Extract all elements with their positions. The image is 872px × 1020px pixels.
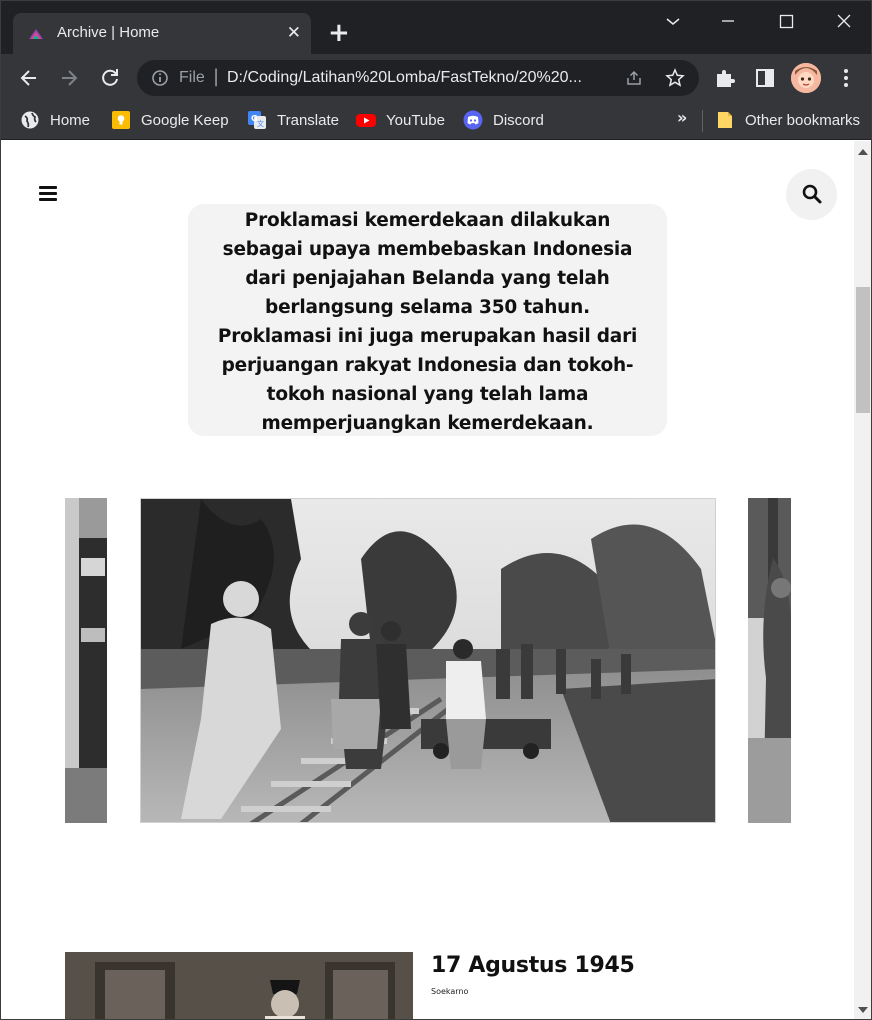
bookmarks-overflow-chevron[interactable]: »	[677, 108, 687, 127]
maximize-icon[interactable]	[773, 9, 799, 33]
site-info-icon[interactable]	[151, 69, 169, 87]
bookmark-star-icon[interactable]	[665, 68, 685, 88]
historic-photo-soekarno	[65, 952, 413, 1019]
side-panel-icon[interactable]	[753, 66, 777, 90]
bookmark-google-keep[interactable]: Google Keep	[111, 109, 229, 131]
globe-icon	[21, 111, 39, 129]
tab-search-chevron-icon[interactable]	[660, 9, 686, 33]
folder-icon	[718, 112, 732, 128]
tab-strip: Archive | Home ✕ +	[1, 1, 871, 54]
bookmark-other-bookmarks[interactable]: Other bookmarks	[715, 109, 860, 131]
tab-title: Archive | Home	[57, 24, 160, 41]
carousel-slide-next[interactable]	[748, 498, 791, 823]
address-bar[interactable]: File | D:/Coding/Latihan%20Lomba/FastTek…	[137, 60, 699, 96]
google-keep-icon	[112, 111, 130, 129]
intro-paragraph: Proklamasi kemerdekaan dilakukan sebagai…	[217, 210, 638, 434]
tab-close-icon[interactable]: ✕	[287, 24, 301, 42]
bookmark-label: Other bookmarks	[745, 111, 861, 129]
url-text[interactable]: D:/Coding/Latihan%20Lomba/FastTekno/20%2…	[227, 69, 612, 87]
extensions-puzzle-icon[interactable]	[713, 66, 737, 90]
back-arrow-icon[interactable]	[17, 66, 41, 90]
hamburger-menu-icon[interactable]	[39, 186, 57, 202]
url-separator: |	[213, 66, 220, 87]
carousel-slide-previous[interactable]	[65, 498, 107, 823]
reload-icon[interactable]	[98, 66, 122, 90]
historic-photo-railway-workers	[141, 499, 715, 822]
bookmark-label: Discord	[493, 111, 544, 129]
bookmark-label: Translate	[277, 111, 339, 129]
minimize-icon[interactable]	[715, 9, 741, 33]
bookmarks-divider	[702, 110, 703, 132]
event-photo-soekarno	[65, 952, 413, 1019]
scroll-up-arrow-icon[interactable]	[858, 149, 868, 155]
bookmarks-bar: Home Google Keep G 文 Translate YouTube D…	[1, 102, 871, 140]
event-title: 17 Agustus 1945	[431, 953, 635, 978]
forward-arrow-icon[interactable]	[57, 66, 81, 90]
bookmark-translate[interactable]: G 文 Translate	[247, 109, 339, 131]
bookmark-label: Home	[50, 111, 91, 129]
bookmark-youtube[interactable]: YouTube	[356, 109, 445, 131]
scrollbar-thumb[interactable]	[856, 287, 870, 413]
bookmark-home[interactable]: Home	[20, 109, 90, 131]
carousel-slide-active[interactable]	[140, 498, 716, 823]
url-scheme: File	[179, 69, 205, 86]
archive-favicon-icon	[29, 29, 43, 39]
historic-photo-next	[748, 498, 791, 823]
bookmark-discord[interactable]: Discord	[463, 109, 544, 131]
svg-text:文: 文	[257, 119, 264, 128]
profile-face-icon	[791, 63, 821, 93]
search-button[interactable]	[786, 169, 837, 220]
new-tab-icon[interactable]: +	[328, 20, 350, 46]
browser-toolbar: File | D:/Coding/Latihan%20Lomba/FastTek…	[1, 54, 871, 102]
share-icon[interactable]	[625, 69, 643, 87]
page-scrollbar[interactable]	[854, 141, 871, 1019]
intro-card: Proklamasi kemerdekaan dilakukan sebagai…	[188, 204, 667, 436]
bookmark-label: Google Keep	[141, 111, 229, 129]
discord-icon	[463, 110, 483, 130]
browser-window: Archive | Home ✕ + File | D:/Coding/Lati…	[0, 0, 872, 1020]
window-close-icon[interactable]	[831, 9, 857, 33]
scroll-down-arrow-icon[interactable]	[858, 1007, 868, 1013]
tab-archive-home[interactable]: Archive | Home ✕	[13, 13, 311, 54]
youtube-icon	[356, 114, 376, 127]
event-subtitle: Soekarno	[431, 987, 469, 996]
bookmark-label: YouTube	[386, 111, 445, 129]
page-viewport: Proklamasi kemerdekaan dilakukan sebagai…	[1, 141, 854, 1019]
more-menu-icon[interactable]	[834, 66, 858, 90]
historic-photo-previous	[65, 498, 107, 823]
search-icon	[802, 184, 822, 204]
profile-avatar[interactable]	[791, 63, 821, 93]
google-translate-icon: G 文	[248, 111, 266, 129]
